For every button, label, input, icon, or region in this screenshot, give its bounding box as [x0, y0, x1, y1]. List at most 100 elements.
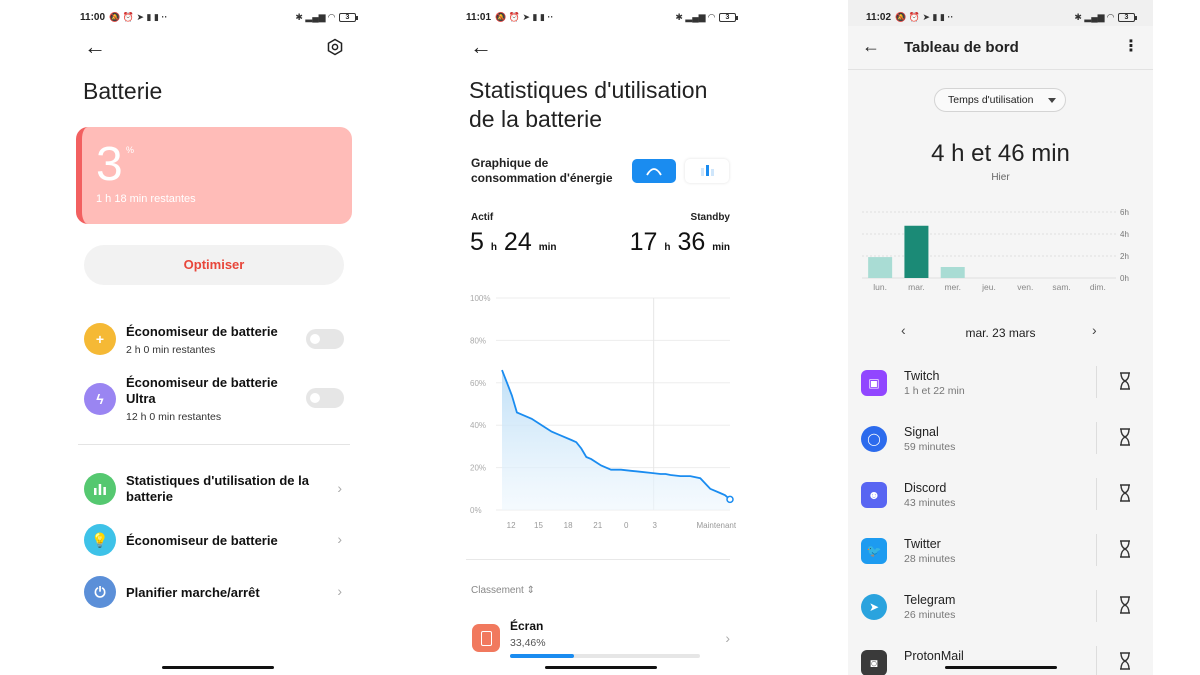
back-arrow-icon[interactable]: ←: [84, 36, 106, 58]
app-usage-time: 59 minutes: [904, 441, 956, 453]
standby-minutes: 36: [677, 228, 706, 256]
list-item[interactable]: 🐦 Twitter 28 minutes: [848, 530, 1153, 586]
x-tick-label: 0: [624, 521, 629, 530]
list-item[interactable]: ▣ Twitch 1 h et 22 min: [848, 362, 1153, 418]
page-title-line2: de la batterie: [469, 106, 602, 132]
chevron-right-icon: ›: [337, 531, 342, 547]
signal-icon: ◯: [861, 426, 887, 452]
y-tick-label: 60%: [470, 379, 486, 388]
ultra-saver-remaining: 12 h 0 min restantes: [126, 411, 222, 423]
weekly-usage-chart: 6h 4h 2h 0h lun. mar. mer. jeu. ven. sam. dim.: [862, 208, 1129, 292]
twitter-icon: 🐦: [861, 538, 887, 564]
hourglass-icon[interactable]: [1119, 484, 1131, 502]
battery-saver-toggle[interactable]: [306, 329, 344, 349]
twitch-icon: ▣: [861, 370, 887, 396]
active-hours: 5: [470, 228, 484, 256]
telegram-icon: ➤: [861, 594, 887, 620]
battery-status-icon: 3: [339, 12, 358, 22]
curve-icon: [646, 168, 662, 176]
back-arrow-icon[interactable]: ←: [862, 36, 880, 57]
ranking-sort-button[interactable]: Classement ⇕: [471, 585, 535, 596]
list-item[interactable]: ➤ Telegram 26 minutes: [848, 586, 1153, 642]
chevron-right-icon[interactable]: ›: [725, 630, 730, 646]
battery-plus-icon: +: [84, 323, 116, 355]
app-usage-time: 26 minutes: [904, 609, 956, 621]
y-tick-label: 20%: [470, 464, 486, 473]
x-tick-label: 12: [507, 521, 516, 530]
section-divider: [466, 559, 730, 560]
battery-area: [502, 370, 730, 510]
battery-saver-row[interactable]: + Économiseur de batterie 2 h 0 min rest…: [84, 322, 348, 362]
metric-dropdown[interactable]: Temps d'utilisation: [934, 88, 1066, 112]
section-divider: [78, 444, 350, 445]
x-tick-label: ven.: [1017, 282, 1033, 292]
ultra-saver-toggle[interactable]: [306, 388, 344, 408]
y-tick-label: 0%: [470, 506, 482, 515]
graph-title-line2: consommation d'énergie: [471, 171, 613, 185]
y-tick-label: 80%: [470, 336, 486, 345]
app-usage-time: 1 h et 22 min: [904, 385, 965, 397]
ranking-label: Classement: [471, 585, 524, 596]
graph-title-line1: Graphique de: [471, 156, 549, 170]
item-divider: [1096, 590, 1097, 622]
more-options-icon[interactable]: ⋮: [1123, 36, 1139, 56]
battery-status-icon: 3: [719, 12, 738, 22]
usage-progress-fill: [510, 654, 574, 658]
minutes-unit: min: [712, 242, 730, 253]
item-divider: [1096, 534, 1097, 566]
app-name: Telegram: [904, 593, 956, 607]
bulb-icon: 💡: [84, 524, 116, 556]
battery-status-icon: 3: [1118, 12, 1137, 22]
standby-duration: 17 h 36 min: [630, 228, 730, 257]
hourglass-icon[interactable]: [1119, 540, 1131, 558]
schedule-power-link[interactable]: ⏻ Planifier marche/arrêt ›: [84, 576, 348, 610]
item-divider: [1096, 478, 1097, 510]
list-item[interactable]: ◯ Signal 59 minutes: [848, 418, 1153, 474]
usage-bar: [904, 225, 929, 278]
list-item[interactable]: ☻ Discord 43 minutes: [848, 474, 1153, 530]
gesture-bar[interactable]: [545, 666, 657, 669]
power-icon: ⏻: [84, 576, 116, 608]
back-arrow-icon[interactable]: ←: [470, 36, 492, 58]
battery-screen: 11:00 🔕 ⏰ ➤ ▮ ▮ ·· ✱ ▂▄▆ ◠ 3 ← Batterie …: [62, 0, 374, 675]
schedule-power-title: Planifier marche/arrêt: [126, 585, 260, 600]
gesture-bar[interactable]: [162, 666, 274, 669]
page-title-line1: Statistiques d'utilisation: [469, 77, 708, 103]
standby-hours: 17: [629, 228, 658, 256]
hourglass-icon[interactable]: [1119, 596, 1131, 614]
battery-stats-link[interactable]: Statistiques d'utilisation de la batteri…: [84, 472, 348, 508]
notification-icons: 🔕 ⏰ ➤ ▮ ▮ ··: [109, 11, 168, 22]
x-tick-label: Maintenant: [697, 521, 736, 530]
usage-item-name: Écran: [510, 619, 544, 633]
eco-saver-link[interactable]: 💡 Économiseur de batterie ›: [84, 524, 348, 558]
hours-unit: h: [664, 242, 671, 253]
active-duration: 5 h 24 min: [470, 228, 556, 257]
usage-bar: [868, 257, 893, 278]
gesture-bar[interactable]: [944, 666, 1057, 669]
x-tick-label: 3: [653, 521, 658, 530]
lightning-icon: ϟ: [84, 383, 116, 415]
next-day-chevron-icon[interactable]: ›: [1092, 322, 1097, 338]
bar-graph-toggle[interactable]: [685, 159, 729, 183]
total-usage-time: 4 h et 46 min: [931, 140, 1070, 167]
bars-icon: [701, 165, 714, 176]
hourglass-icon[interactable]: [1119, 372, 1131, 390]
status-bar: 11:00 🔕 ⏰ ➤ ▮ ▮ ·· ✱ ▂▄▆ ◠ 3: [62, 0, 374, 34]
list-item[interactable]: ◙ ProtonMail: [848, 642, 1153, 675]
sort-icon: ⇕: [526, 585, 535, 596]
page-title: Statistiques d'utilisation de la batteri…: [469, 76, 707, 134]
gear-icon[interactable]: [326, 38, 344, 56]
screen-icon: [472, 624, 500, 652]
active-label: Actif: [471, 212, 494, 223]
optimize-button[interactable]: Optimiser: [84, 245, 344, 285]
x-tick-label: 21: [593, 521, 602, 530]
x-tick-label: mar.: [908, 282, 925, 292]
ultra-saver-row[interactable]: ϟ Économiseur de batterie Ultra 12 h 0 m…: [84, 375, 348, 425]
y-tick-label: 6h: [1120, 208, 1129, 217]
minutes-unit: min: [538, 242, 557, 253]
battery-remaining-time: 1 h 18 min restantes: [96, 193, 196, 205]
hourglass-icon[interactable]: [1119, 652, 1131, 670]
line-graph-toggle[interactable]: [632, 159, 676, 183]
battery-saver-title: Économiseur de batterie: [126, 324, 278, 339]
hourglass-icon[interactable]: [1119, 428, 1131, 446]
